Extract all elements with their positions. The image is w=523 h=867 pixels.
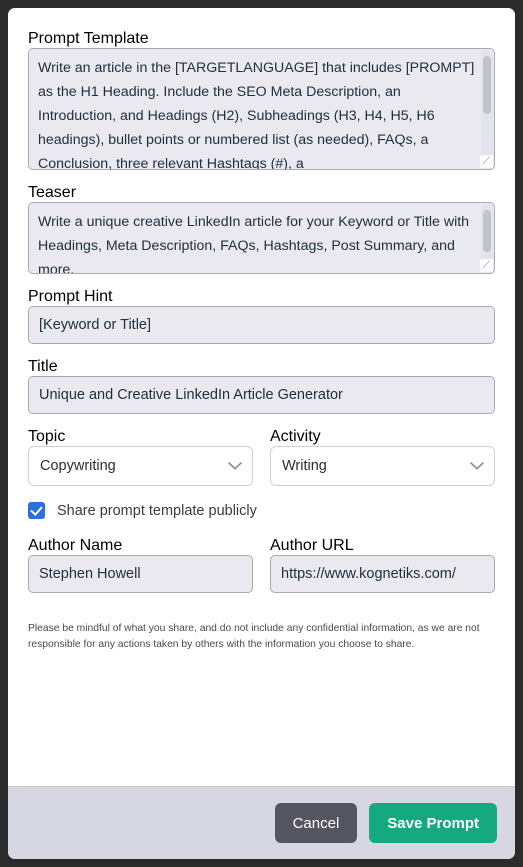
activity-label: Activity — [270, 428, 321, 445]
teaser-scrollbar-thumb[interactable] — [483, 210, 491, 252]
prompt-hint-field: Prompt Hint — [28, 288, 495, 344]
title-label: Title — [28, 358, 58, 375]
share-publicly-row[interactable]: Share prompt template publicly — [28, 502, 495, 519]
share-publicly-label: Share prompt template publicly — [57, 502, 257, 519]
teaser-label: Teaser — [28, 184, 77, 201]
modal-body: Prompt Template Write an article in the … — [8, 8, 515, 786]
modal-footer: Cancel Save Prompt — [8, 786, 515, 859]
author-name-field: Author Name — [28, 537, 253, 593]
share-disclaimer-text: Please be mindful of what you share, and… — [28, 623, 480, 650]
author-url-field: Author URL — [270, 537, 495, 593]
prompt-template-label: Prompt Template — [28, 30, 149, 47]
teaser-textarea[interactable]: Write a unique creative LinkedIn article… — [28, 202, 495, 274]
activity-field: Activity Writing — [270, 428, 495, 486]
title-input[interactable] — [28, 376, 495, 414]
prompt-template-textarea[interactable]: Write an article in the [TARGETLANGUAGE]… — [28, 48, 495, 170]
prompt-hint-input[interactable] — [28, 306, 495, 344]
author-row: Author Name Author URL — [28, 537, 495, 593]
topic-field: Topic Copywriting — [28, 428, 253, 486]
prompt-hint-label: Prompt Hint — [28, 288, 113, 305]
prompt-template-field: Write an article in the [TARGETLANGUAGE]… — [28, 48, 495, 170]
save-prompt-button[interactable]: Save Prompt — [369, 803, 497, 843]
activity-select[interactable]: Writing — [270, 446, 495, 486]
teaser-field: Write a unique creative LinkedIn article… — [28, 202, 495, 274]
topic-activity-row: Topic Copywriting Activity Writing — [28, 428, 495, 486]
prompt-template-modal: Prompt Template Write an article in the … — [8, 8, 515, 859]
author-name-label: Author Name — [28, 537, 123, 554]
share-publicly-checkbox[interactable] — [28, 502, 45, 519]
title-field: Title — [28, 358, 495, 414]
author-url-input[interactable] — [270, 555, 495, 593]
author-url-label: Author URL — [270, 537, 354, 554]
topic-label: Topic — [28, 428, 66, 445]
author-name-input[interactable] — [28, 555, 253, 593]
cancel-button[interactable]: Cancel — [274, 803, 358, 843]
prompt-template-scrollbar-thumb[interactable] — [483, 56, 491, 114]
topic-select[interactable]: Copywriting — [28, 446, 253, 486]
